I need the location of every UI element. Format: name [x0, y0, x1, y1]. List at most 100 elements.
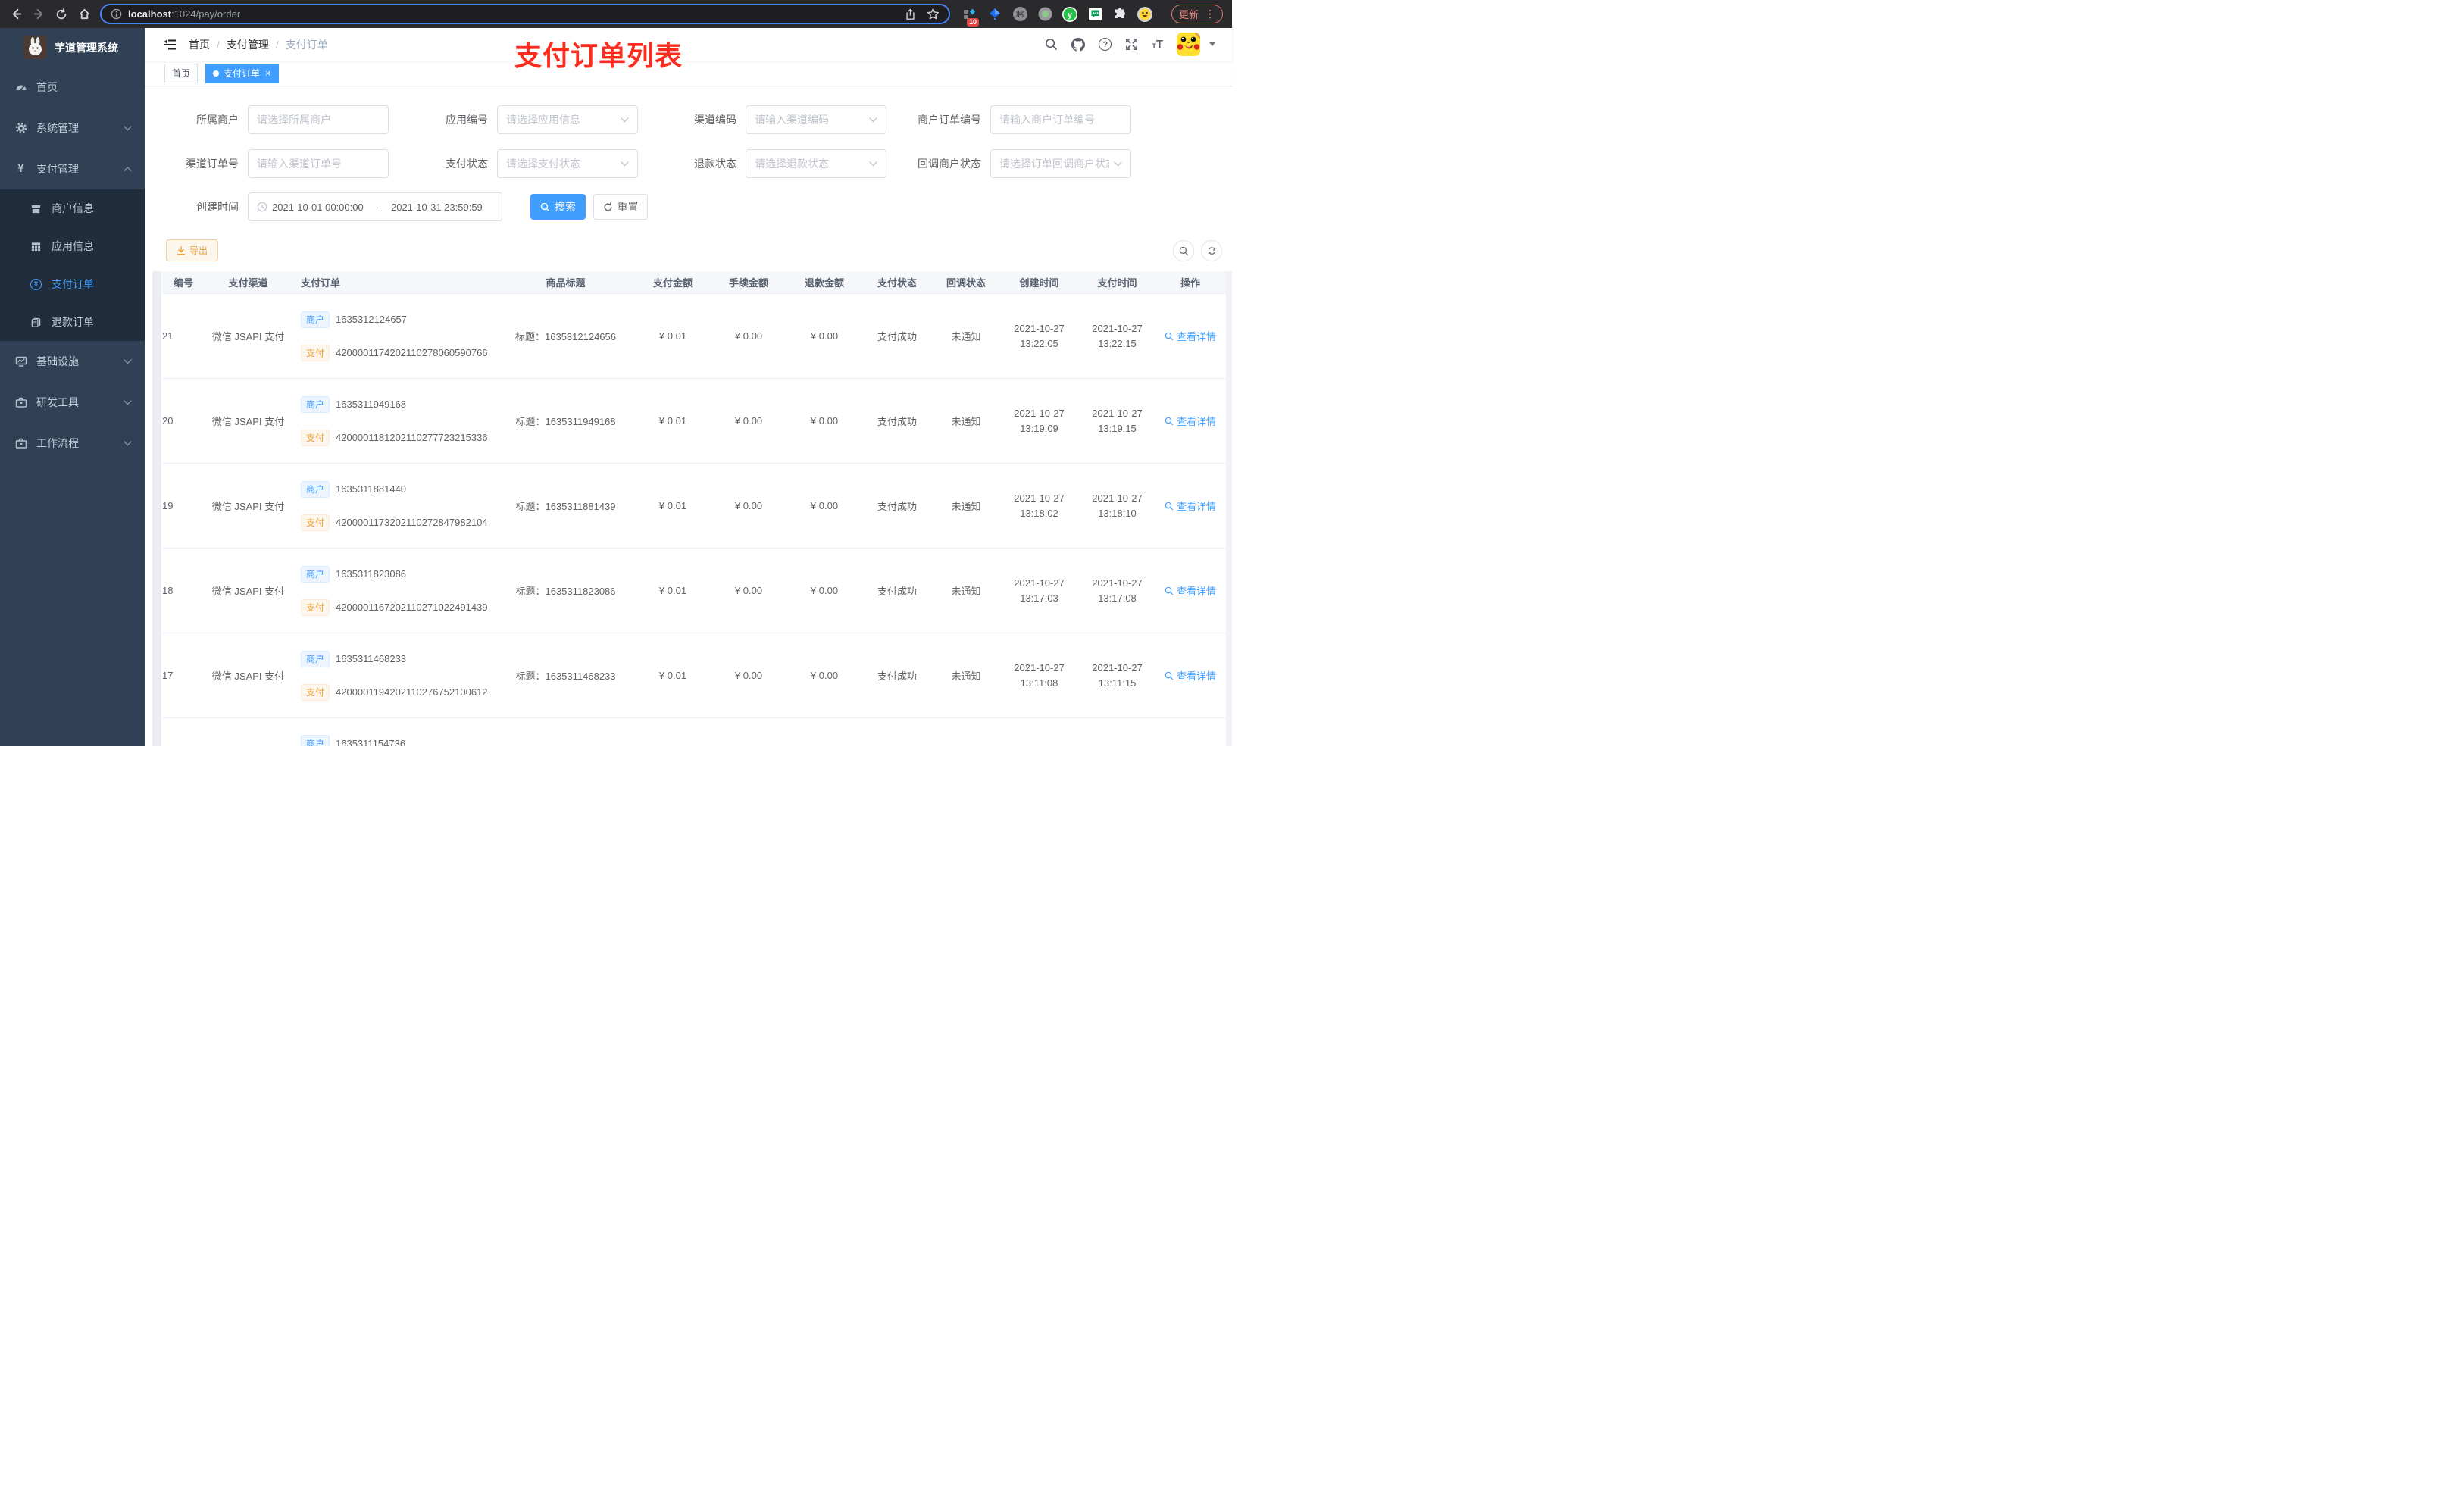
yen-circle-icon: ¥ [30, 278, 42, 290]
cell-title: 标题：1635312124656 [515, 331, 616, 342]
sidebar-item-home[interactable]: 首页 [0, 67, 145, 108]
tag-home[interactable]: 首页 [164, 63, 199, 83]
extension-devtools-icon[interactable]: 10 [962, 7, 980, 27]
help-icon[interactable]: ? [1099, 38, 1112, 51]
view-detail-link[interactable]: 查看详情 [1165, 329, 1216, 343]
cell-created: 2021-10-27 13:17:03 [1014, 577, 1065, 604]
extensions-puzzle-icon[interactable] [1112, 7, 1127, 22]
cell-channel: 微信 JSAPI 支付 [211, 331, 285, 342]
document-copy-icon [30, 317, 42, 328]
sidebar-item-dev-tools[interactable]: 研发工具 [0, 382, 145, 423]
cell-refund: ¥ 0.00 [810, 670, 839, 681]
sidebar-item-workflow[interactable]: 工作流程 [0, 423, 145, 464]
site-info-icon[interactable] [111, 8, 122, 20]
cell-created: 2021-10-27 13:18:02 [1014, 492, 1065, 519]
app-id-select[interactable]: 请选择应用信息 [497, 105, 638, 134]
browser-home-icon[interactable] [76, 6, 92, 23]
extension-y-icon[interactable]: y [1062, 6, 1077, 22]
filter-channel-code: 渠道编码 请输入渠道编码 [655, 105, 886, 134]
pay-status-select[interactable]: 请选择支付状态 [497, 149, 638, 178]
clock-icon [257, 202, 267, 212]
channel-order-no-field[interactable] [257, 158, 380, 170]
channel-order-no-input[interactable] [248, 149, 389, 178]
browser-menu-icon[interactable]: ⋮ [1205, 8, 1215, 20]
avatar-caret-icon[interactable] [1209, 42, 1215, 46]
cell-status: 支付成功 [877, 501, 917, 512]
cell-paid: 2021-10-27 13:22:15 [1092, 322, 1143, 349]
sidebar-item-merchant-info[interactable]: 商户信息 [0, 189, 145, 227]
cell-amount: ¥ 0.01 [658, 330, 687, 342]
bookmark-star-icon[interactable] [927, 8, 940, 20]
search-button[interactable]: 搜索 [530, 194, 586, 220]
sidebar-item-pay-order[interactable]: ¥ 支付订单 [0, 265, 145, 303]
refresh-icon [604, 202, 611, 211]
share-icon[interactable] [905, 8, 916, 20]
orders-table: 编号 支付渠道 支付订单 商品标题 支付金额 手续金额 退款金额 支付状态 回调… [162, 271, 1226, 746]
view-detail-link[interactable]: 查看详情 [1165, 414, 1216, 428]
tag-pay-order[interactable]: 支付订单 × [205, 63, 279, 83]
extension-command-icon[interactable]: ⌘ [1012, 7, 1027, 22]
avatar[interactable] [1177, 33, 1200, 56]
pay-order-no: 4200001167202110271022491439 [336, 602, 488, 613]
extension-kite-icon[interactable] [987, 7, 1002, 22]
download-icon [177, 245, 185, 255]
address-bar[interactable]: localhost:1024/pay/order [100, 4, 950, 24]
sidebar-item-label: 研发工具 [36, 396, 79, 408]
sidebar-item-infrastructure[interactable]: 基础设施 [0, 341, 145, 382]
table-left-clip [152, 271, 161, 746]
search-icon[interactable] [1045, 38, 1058, 51]
refresh-table-button[interactable] [1201, 240, 1222, 261]
refund-status-select[interactable]: 请选择退款状态 [746, 149, 886, 178]
col-order: 支付订单 [301, 277, 341, 289]
fullscreen-icon[interactable] [1125, 38, 1138, 51]
extension-status-icon[interactable] [1037, 7, 1052, 22]
extension-emoji-icon[interactable] [1137, 6, 1152, 22]
github-icon[interactable] [1071, 37, 1086, 52]
briefcase-icon [14, 396, 27, 408]
col-notify: 回调状态 [946, 277, 986, 289]
cell-notify: 未通知 [951, 586, 981, 597]
active-dot [213, 70, 220, 77]
browser-back-icon[interactable] [8, 6, 24, 23]
browser-reload-icon[interactable] [53, 6, 70, 23]
channel-code-select[interactable]: 请输入渠道编码 [746, 105, 886, 134]
cell-id: 21 [162, 330, 174, 342]
breadcrumb-home[interactable]: 首页 [189, 37, 210, 52]
view-detail-link[interactable]: 查看详情 [1165, 583, 1216, 598]
app-logo[interactable]: 芋道管理系统 [0, 28, 145, 67]
svg-text:y: y [1068, 11, 1073, 20]
view-detail-link[interactable]: 查看详情 [1165, 499, 1216, 513]
sidebar-item-system[interactable]: 系统管理 [0, 108, 145, 148]
sidebar-toggle-icon[interactable] [164, 39, 176, 50]
sidebar-item-app-info[interactable]: 应用信息 [0, 227, 145, 265]
sidebar-item-refund-order[interactable]: 退款订单 [0, 303, 145, 341]
close-icon[interactable]: × [265, 68, 271, 78]
extension-chat-icon[interactable] [1087, 7, 1102, 22]
font-size-icon[interactable]: TT [1152, 39, 1163, 50]
reset-button[interactable]: 重置 [593, 194, 648, 220]
merchant-input-field[interactable] [257, 114, 380, 126]
cell-refund: ¥ 0.00 [810, 585, 839, 596]
notify-status-select[interactable]: 请选择订单回调商户状态 [990, 149, 1131, 178]
date-range-input[interactable]: 2021-10-01 00:00:00 - 2021-10-31 23:59:5… [248, 192, 502, 221]
cell-refund: ¥ 0.00 [810, 415, 839, 427]
chrome-update-button[interactable]: 更新 ⋮ [1171, 5, 1224, 23]
gear-icon [14, 122, 27, 134]
chevron-down-icon [621, 161, 629, 166]
browser-forward-icon[interactable] [30, 6, 47, 23]
breadcrumb-payment[interactable]: 支付管理 [227, 37, 269, 52]
payment-submenu: 商户信息 应用信息 ¥ 支付订单 退款订单 [0, 189, 145, 341]
merchant-order-no: 1635311468233 [336, 653, 407, 664]
sidebar-item-payment[interactable]: ¥ 支付管理 [0, 148, 145, 189]
view-detail-link[interactable]: 查看详情 [1165, 668, 1216, 683]
cell-fee: ¥ 0.00 [734, 500, 763, 511]
merchant-input[interactable] [248, 105, 389, 134]
sidebar-item-label: 退款订单 [52, 316, 94, 328]
export-button[interactable]: 导出 [166, 239, 219, 261]
toggle-search-button[interactable] [1173, 240, 1194, 261]
cell-paid: 2021-10-27 13:11:15 [1092, 661, 1143, 689]
merchant-order-no-input[interactable] [990, 105, 1131, 134]
breadcrumb-current: 支付订单 [285, 38, 328, 51]
sidebar-item-label: 应用信息 [52, 240, 94, 252]
merchant-order-no-field[interactable] [999, 114, 1122, 126]
